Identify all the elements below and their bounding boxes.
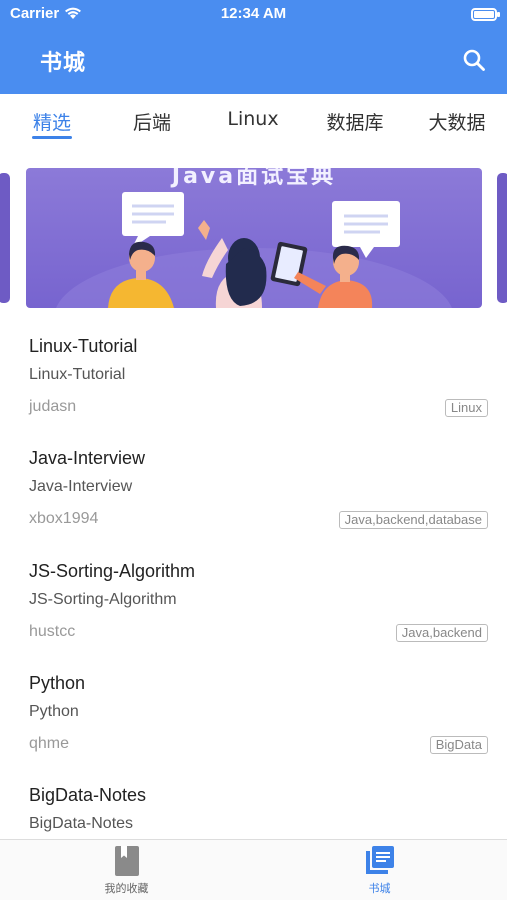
banner-slide[interactable]: Java面试宝典 <box>26 168 482 308</box>
tab-active-indicator <box>32 136 72 139</box>
tabbar-item-library[interactable]: 书城 <box>253 840 506 900</box>
book-title: BigData-Notes <box>29 785 147 805</box>
tabbar-label: 我的收藏 <box>104 882 149 895</box>
book-title: Python <box>29 673 86 693</box>
book-subtitle: JS-Sorting-Algorithm <box>29 591 177 608</box>
book-list-item[interactable]: Python Python qhme BigData <box>0 657 507 769</box>
book-subtitle: Linux-Tutorial <box>29 366 126 383</box>
tab-featured[interactable]: 精选 <box>32 108 72 135</box>
book-tag-badge: Java,backend <box>395 624 488 642</box>
category-tabs: 精选 后端 Linux 数据库 大数据 <box>0 94 507 146</box>
book-author: hustcc <box>29 623 76 640</box>
app-header: Carrier 12:34 AM 书城 <box>0 0 507 94</box>
book-list-item[interactable]: JS-Sorting-Algorithm JS-Sorting-Algorith… <box>0 545 507 657</box>
tab-database[interactable]: 数据库 <box>325 108 385 135</box>
tab-linux[interactable]: Linux <box>226 108 280 130</box>
tabbar-item-favorites[interactable]: 我的收藏 <box>0 840 253 900</box>
bookmark-book-icon <box>115 846 139 876</box>
book-subtitle: BigData-Notes <box>29 815 134 832</box>
book-title: Java-Interview <box>29 448 146 468</box>
book-subtitle: Python <box>29 703 79 720</box>
status-bar: Carrier 12:34 AM <box>0 0 507 30</box>
book-tag-badge: BigData <box>429 736 488 754</box>
book-author: qhme <box>29 735 70 752</box>
banner-carousel[interactable]: Java面试宝典 <box>0 168 507 308</box>
banner-next-peek[interactable] <box>497 173 507 303</box>
search-icon <box>463 49 485 71</box>
battery-icon <box>471 8 500 21</box>
search-button[interactable] <box>459 45 489 75</box>
book-tag-badge: Java,backend,database <box>338 511 488 529</box>
tabbar-label: 书城 <box>368 882 391 895</box>
book-title: Linux-Tutorial <box>29 336 138 356</box>
book-author: xbox1994 <box>29 510 99 527</box>
status-time: 12:34 AM <box>220 5 287 22</box>
library-icon <box>366 846 394 874</box>
banner-prev-peek[interactable] <box>0 173 10 303</box>
book-subtitle: Java-Interview <box>29 478 133 495</box>
book-author: judasn <box>29 398 77 415</box>
book-list-item[interactable]: Linux-Tutorial Linux-Tutorial judasn Lin… <box>0 320 507 432</box>
page-title: 书城 <box>40 51 87 76</box>
book-title: JS-Sorting-Algorithm <box>29 561 196 581</box>
tab-bigdata[interactable]: 大数据 <box>427 108 487 135</box>
book-tag-badge: Linux <box>444 399 488 417</box>
book-list-item[interactable]: Java-Interview Java-Interview xbox1994 J… <box>0 432 507 544</box>
tab-backend[interactable]: 后端 <box>132 108 172 135</box>
banner-illustration <box>56 192 452 308</box>
bottom-tab-bar: 我的收藏 书城 <box>0 839 507 900</box>
